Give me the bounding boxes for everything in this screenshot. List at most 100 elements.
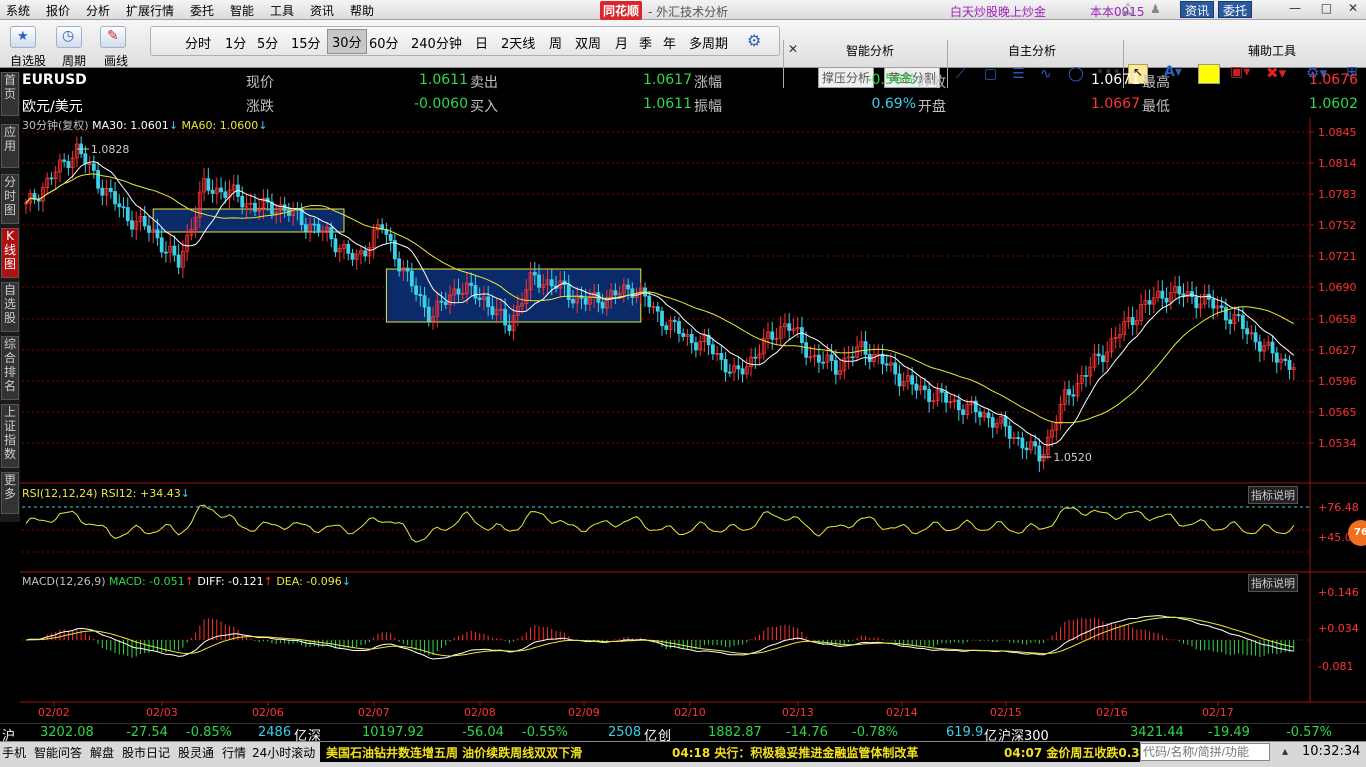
menu-quote[interactable]: 报价: [46, 2, 70, 19]
period-30min[interactable]: 30分: [327, 29, 367, 54]
tab-home[interactable]: 首页: [1, 72, 19, 116]
ticker-analysis[interactable]: 解盘: [90, 744, 114, 761]
menu-trade[interactable]: 委托: [190, 2, 214, 19]
candle-body: [1211, 298, 1216, 309]
ticker-24h[interactable]: 24小时滚动: [252, 744, 315, 761]
news-button[interactable]: 资讯: [1180, 1, 1215, 18]
kline-chart[interactable]: 1.0828 1.0520 1.0845 1.0814 1.0783 1.0752 1.0…: [20, 118, 1366, 723]
ticker-gulingtong[interactable]: 股灵通: [178, 744, 214, 761]
search-input[interactable]: [1140, 743, 1270, 761]
candle-body: [787, 323, 792, 331]
candle-body: [210, 189, 215, 194]
y-tick-label: 1.0596: [1318, 375, 1357, 388]
period-15min[interactable]: 15分: [291, 33, 321, 52]
candle-body: [672, 320, 677, 323]
candle-body: [155, 229, 160, 239]
macd-value: MACD: -0.051: [109, 575, 185, 588]
tab-timeshare[interactable]: 分时图: [1, 174, 19, 224]
menu-analysis[interactable]: 分析: [86, 2, 110, 19]
candle-body: [880, 353, 885, 365]
x-tick-label: 02/06: [252, 706, 284, 719]
x-tick-label: 02/03: [146, 706, 178, 719]
tab-kline[interactable]: K线图: [1, 228, 19, 278]
ticker-quotes[interactable]: 行情: [222, 744, 246, 761]
sz-value: 10197.92: [362, 725, 425, 740]
menu-system[interactable]: 系统: [6, 2, 30, 19]
candle-body: [1160, 290, 1165, 299]
cy-value: 1882.87: [708, 725, 762, 740]
candle-body: [418, 294, 423, 297]
hs300-change: -19.49: [1208, 725, 1250, 740]
maximize-icon[interactable]: □: [1321, 1, 1332, 15]
candle-body: [303, 224, 308, 232]
period-year[interactable]: 年: [663, 33, 676, 52]
user-name[interactable]: 本本0915: [1090, 3, 1145, 20]
menu-help[interactable]: 帮助: [350, 2, 374, 19]
candle-body: [83, 153, 88, 165]
candle-body: [240, 195, 245, 208]
sh-pct: -0.85%: [186, 725, 232, 740]
tab-apps[interactable]: 应用: [1, 124, 19, 168]
rsi-help-button[interactable]: 指标说明: [1248, 486, 1298, 504]
rsi-tick-label: +76.48: [1318, 501, 1359, 514]
period-2week[interactable]: 双周: [575, 33, 601, 52]
tab-ranking[interactable]: 综合排名: [1, 336, 19, 400]
tab-more[interactable]: 更多: [1, 472, 19, 514]
close-icon[interactable]: ✕: [1348, 1, 1358, 15]
promo-link[interactable]: 白天炒股晚上炒金: [950, 3, 1046, 20]
candle-body: [108, 187, 113, 192]
candle-body: [329, 226, 334, 240]
label-sell: 卖出: [470, 75, 498, 91]
macd-help-button[interactable]: 指标说明: [1248, 574, 1298, 592]
period-month[interactable]: 月: [615, 33, 628, 52]
period-week[interactable]: 周: [549, 33, 562, 52]
period-240min[interactable]: 240分钟: [411, 33, 462, 52]
price-buy: 1.0611: [643, 96, 692, 112]
news-item-1[interactable]: 美国石油钻井数连增五周 油价续跌周线双双下滑: [326, 744, 582, 761]
candle-body: [121, 206, 126, 209]
period-day[interactable]: 日: [475, 33, 488, 52]
y-tick-label: 1.0627: [1318, 344, 1357, 357]
candle-body: [1270, 341, 1275, 354]
settings-gear-icon[interactable]: ⚙: [747, 31, 761, 50]
candle-body: [117, 203, 122, 208]
menu-tools[interactable]: 工具: [270, 2, 294, 19]
candle-body: [571, 299, 575, 304]
period-fenshi[interactable]: 分时: [185, 33, 211, 52]
x-tick-label: 02/02: [38, 706, 70, 719]
search-dropdown-icon[interactable]: ▴: [1282, 744, 1288, 758]
menu-news[interactable]: 资讯: [310, 2, 334, 19]
candle-body: [829, 354, 834, 361]
period-clock-icon[interactable]: ◷: [56, 26, 82, 48]
candle-body: [613, 290, 618, 296]
candle-body: [1274, 352, 1279, 363]
menu-extended[interactable]: 扩展行情: [126, 2, 174, 19]
trade-button[interactable]: 委托: [1218, 1, 1253, 18]
ticker-qa[interactable]: 智能问答: [34, 744, 82, 761]
period-1min[interactable]: 1分: [225, 33, 246, 52]
period-5min[interactable]: 5分: [257, 33, 278, 52]
x-tick-label: 02/08: [464, 706, 496, 719]
watchlist-star-icon[interactable]: ★: [10, 26, 36, 48]
tab-watchlist[interactable]: 自选股: [1, 282, 19, 332]
period-2day[interactable]: 2天线: [501, 33, 535, 52]
candle-body: [1130, 317, 1135, 326]
period-60min[interactable]: 60分: [369, 33, 399, 52]
draw-pen-icon[interactable]: ✎: [100, 26, 126, 48]
news-item-3[interactable]: 04:07 金价周五收跌0.3: [1004, 744, 1140, 761]
tab-sh-index[interactable]: 上证指数: [1, 404, 19, 468]
candle-body: [1067, 389, 1071, 396]
minimize-icon[interactable]: —: [1289, 1, 1301, 15]
period-quarter[interactable]: 季: [639, 33, 652, 52]
candle-body: [914, 383, 919, 391]
shirt-icon[interactable]: ♟: [1150, 2, 1161, 16]
period-multi[interactable]: 多周期: [689, 33, 728, 52]
ticker-diary[interactable]: 股市日记: [122, 744, 170, 761]
bell-icon[interactable]: 🔔︎: [1120, 2, 1135, 16]
panel-close-icon[interactable]: ✕: [788, 42, 798, 56]
menu-smart[interactable]: 智能: [230, 2, 254, 19]
ticker-mobile[interactable]: 手机: [2, 744, 26, 761]
news-scroller[interactable]: 美国石油钻井数连增五周 油价续跌周线双双下滑 04:18 央行：积极稳妥推进金融…: [320, 742, 1140, 762]
sz-volume: 2508: [608, 725, 642, 740]
news-item-2[interactable]: 04:18 央行：积极稳妥推进金融监管体制改革: [672, 744, 918, 761]
